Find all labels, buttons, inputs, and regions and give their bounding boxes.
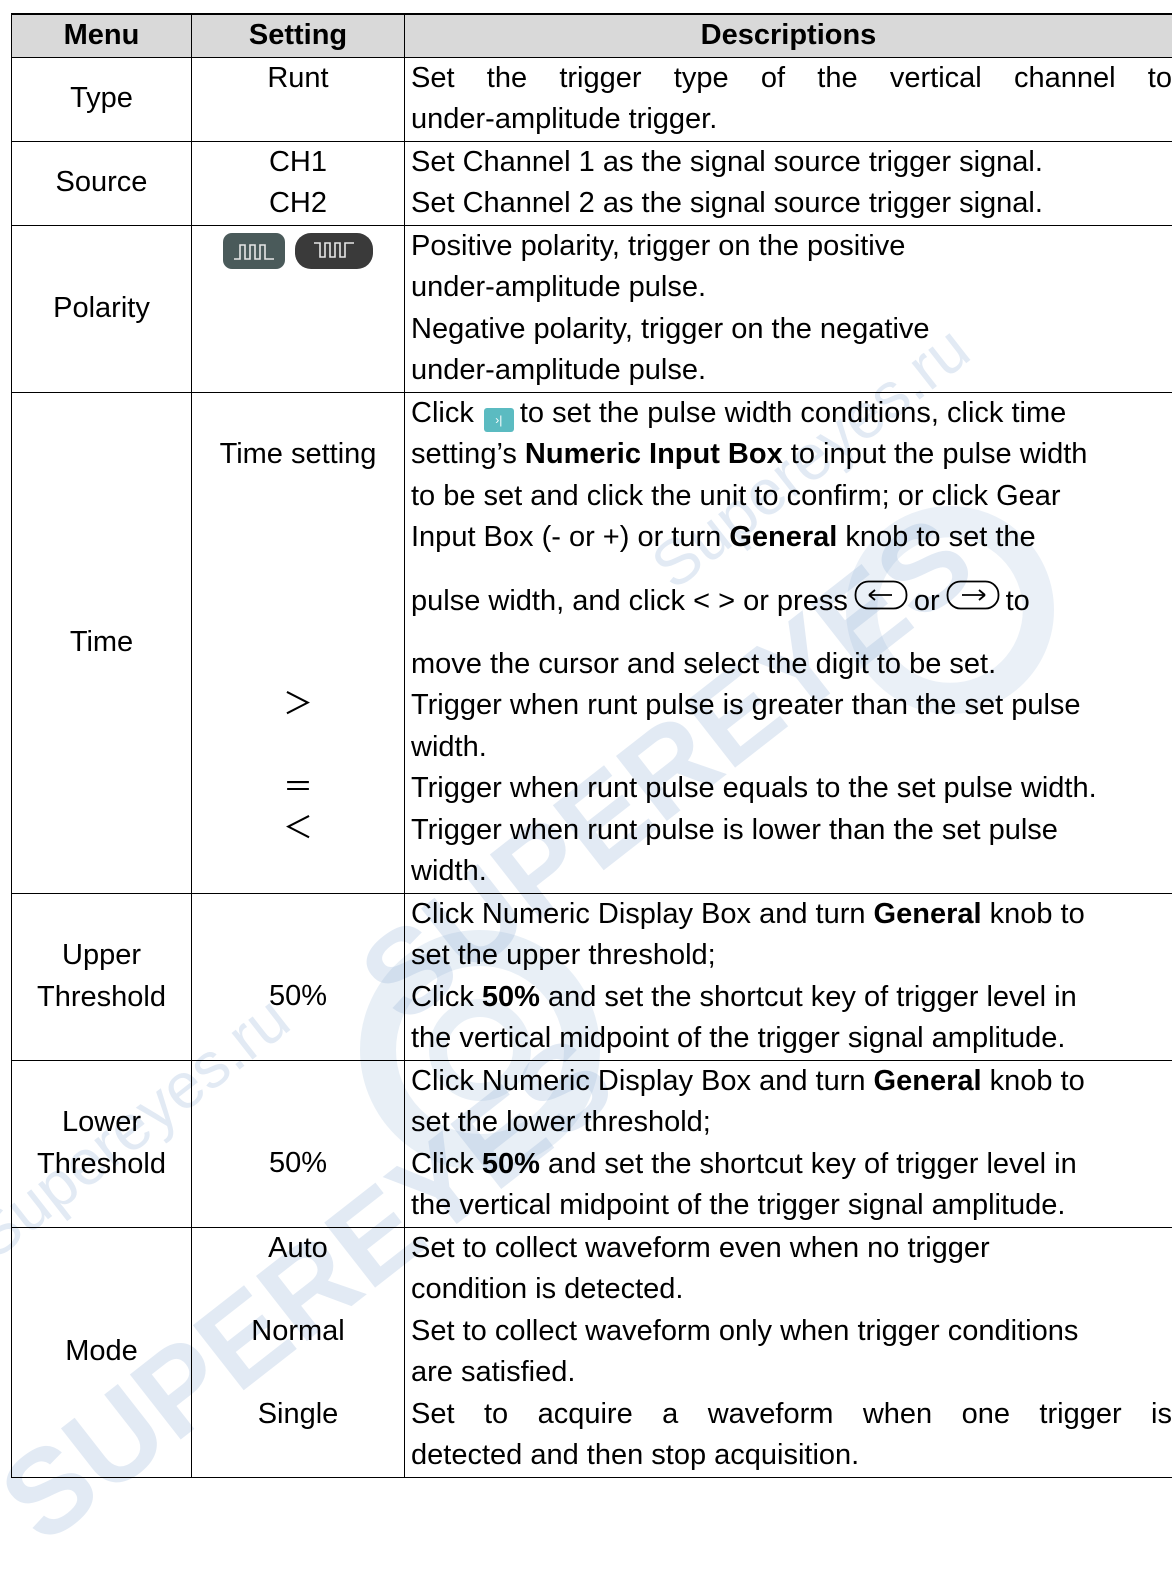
menu-upper: Upper xyxy=(16,935,187,977)
desc-upper-3a: Click xyxy=(411,981,482,1013)
desc-mode-auto-2: condition is detected. xyxy=(411,1269,1172,1311)
desc-time-gt-1: Trigger when runt pulse is greater than … xyxy=(411,685,1172,727)
negative-polarity-icon[interactable] xyxy=(295,233,373,269)
setting-auto: Auto xyxy=(192,1228,404,1270)
desc-upper-4: the vertical midpoint of the trigger sig… xyxy=(411,1018,1172,1060)
menu-mode: Mode xyxy=(12,1227,192,1477)
menu-type: Type xyxy=(12,57,192,141)
setting-equals: ＝ xyxy=(192,767,404,809)
desc-mode-auto-1: Set to collect waveform even when no tri… xyxy=(411,1228,1172,1270)
desc-source-1: Set Channel 1 as the signal source trigg… xyxy=(411,142,1172,184)
table-row-type: Type Runt Set the trigger type of the ve… xyxy=(12,57,1172,141)
table-row-polarity: Polarity Positive polarity, trigger on t… xyxy=(12,225,1172,392)
desc-upper-1a: Click Numeric Display Box and turn xyxy=(411,898,874,930)
desc-lower-1c: knob to xyxy=(982,1065,1085,1097)
desc-upper-1c: knob to xyxy=(982,898,1085,930)
desc-time-5-to: to xyxy=(1006,585,1030,617)
setting-ch1: CH1 xyxy=(192,142,404,184)
setting-time-setting: Time setting xyxy=(192,434,404,476)
menu-upper-threshold: Threshold xyxy=(16,977,187,1019)
setting-less-than: ＜ xyxy=(192,808,404,850)
desc-mode-normal-1: Set to collect waveform only when trigge… xyxy=(411,1311,1172,1353)
desc-mode-single-2: detected and then stop acquisition. xyxy=(411,1435,1172,1477)
desc-polarity-4: under-amplitude pulse. xyxy=(411,350,1172,392)
trigger-settings-table: Menu Setting Descriptions Type Runt Set … xyxy=(11,13,1172,1478)
desc-time-lt-2: width. xyxy=(411,851,1172,893)
desc-time-6: move the cursor and select the digit to … xyxy=(411,644,1172,686)
desc-time-1: to set the pulse width conditions, click… xyxy=(520,397,1066,429)
desc-time-4-bold: General xyxy=(729,521,837,553)
desc-time-click: Click xyxy=(411,397,474,429)
table-row-time: Time Time setting ＞ ＝ ＜ Click ›|to set th… xyxy=(12,392,1172,893)
positive-polarity-icon[interactable] xyxy=(223,233,285,269)
desc-time-2a: setting’s xyxy=(411,438,525,470)
header-setting: Setting xyxy=(192,14,405,57)
desc-time-eq: Trigger when runt pulse equals to the se… xyxy=(411,768,1172,810)
desc-time-4c: knob to set the xyxy=(837,521,1035,553)
desc-time-gt-2: width. xyxy=(411,727,1172,769)
menu-polarity: Polarity xyxy=(12,225,192,392)
desc-lower-2: set the lower threshold; xyxy=(411,1102,1172,1144)
table-row-lower-threshold: Lower Threshold 50% Click Numeric Displa… xyxy=(12,1060,1172,1227)
desc-time-2c: to input the pulse width xyxy=(783,438,1088,470)
desc-upper-2: set the upper threshold; xyxy=(411,935,1172,977)
desc-time-2-bold: Numeric Input Box xyxy=(525,438,783,470)
desc-upper-3-bold: 50% xyxy=(482,981,540,1013)
header-row: Menu Setting Descriptions xyxy=(12,14,1172,57)
setting-normal: Normal xyxy=(192,1311,404,1353)
desc-lower-3a: Click xyxy=(411,1148,482,1180)
desc-time-lt-1: Trigger when runt pulse is lower than th… xyxy=(411,810,1172,852)
desc-time-5a: pulse width, and click < > or press xyxy=(411,585,848,617)
setting-greater-than: ＞ xyxy=(192,684,404,726)
left-arrow-key-icon[interactable] xyxy=(854,559,908,644)
desc-upper-3c: and set the shortcut key of trigger leve… xyxy=(540,981,1077,1013)
pulse-width-setting-icon[interactable]: ›| xyxy=(484,408,514,432)
desc-type-2: under-amplitude trigger. xyxy=(411,99,1172,141)
setting-ch2: CH2 xyxy=(192,183,404,225)
desc-polarity-3: Negative polarity, trigger on the negati… xyxy=(411,309,1172,351)
desc-type-1: Set the trigger type of the vertical cha… xyxy=(411,58,1172,100)
desc-mode-normal-2: are satisfied. xyxy=(411,1352,1172,1394)
desc-time-4a: Input Box (- or +) or turn xyxy=(411,521,729,553)
table-row-upper-threshold: Upper Threshold 50% Click Numeric Displa… xyxy=(12,893,1172,1060)
desc-time-5-or: or xyxy=(914,585,940,617)
desc-upper-1-bold: General xyxy=(874,898,982,930)
setting-upper-50: 50% xyxy=(192,976,404,1018)
header-menu: Menu xyxy=(12,14,192,57)
table-row-mode: Mode Auto Normal Single Set to collect w… xyxy=(12,1227,1172,1477)
menu-source: Source xyxy=(12,141,192,225)
desc-time-3: to be set and click the unit to confirm;… xyxy=(411,476,1172,518)
desc-lower-3-bold: 50% xyxy=(482,1148,540,1180)
desc-polarity-2: under-amplitude pulse. xyxy=(411,267,1172,309)
desc-polarity-1: Positive polarity, trigger on the positi… xyxy=(411,226,1172,268)
table-row-source: Source CH1 CH2 Set Channel 1 as the sign… xyxy=(12,141,1172,225)
desc-mode-single-1: Set to acquire a waveform when one trigg… xyxy=(411,1394,1172,1436)
header-descriptions: Descriptions xyxy=(405,14,1172,57)
setting-single: Single xyxy=(192,1394,404,1436)
right-arrow-key-icon[interactable] xyxy=(946,559,1000,644)
desc-source-2: Set Channel 2 as the signal source trigg… xyxy=(411,183,1172,225)
menu-lower-threshold: Threshold xyxy=(16,1144,187,1186)
desc-lower-1-bold: General xyxy=(874,1065,982,1097)
desc-lower-4: the vertical midpoint of the trigger sig… xyxy=(411,1185,1172,1227)
setting-runt: Runt xyxy=(192,58,404,100)
desc-lower-3c: and set the shortcut key of trigger leve… xyxy=(540,1148,1077,1180)
menu-lower: Lower xyxy=(16,1102,187,1144)
desc-lower-1a: Click Numeric Display Box and turn xyxy=(411,1065,874,1097)
menu-time: Time xyxy=(12,392,192,893)
setting-lower-50: 50% xyxy=(192,1143,404,1185)
